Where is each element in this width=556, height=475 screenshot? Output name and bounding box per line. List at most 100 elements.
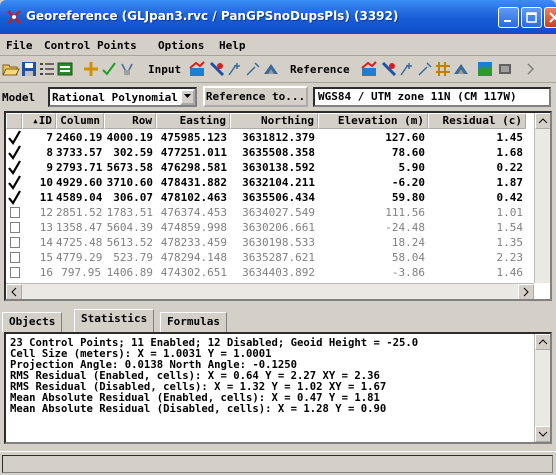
input-add-icon[interactable]	[226, 60, 244, 78]
cell-column: 3733.57	[56, 146, 103, 159]
cell-easting: 474859.998	[160, 221, 227, 234]
header-column[interactable]: Column	[56, 113, 104, 129]
input-elevation-icon[interactable]	[188, 60, 206, 78]
header-checkbox	[6, 113, 22, 129]
cell-id: 15	[39, 251, 53, 264]
collapse-icon[interactable]	[524, 60, 542, 78]
input-locate-icon[interactable]	[208, 60, 226, 78]
map-icon[interactable]	[476, 60, 494, 78]
cell-residual: 1.35	[496, 236, 524, 249]
checkmark-icon[interactable]	[8, 190, 21, 205]
row-checkbox[interactable]	[10, 237, 20, 248]
cell-row: 3710.60	[106, 176, 153, 189]
tab-formulas[interactable]: Formulas	[160, 312, 227, 332]
open-icon[interactable]	[2, 60, 20, 78]
cell-residual: 2.23	[496, 251, 524, 264]
cell-column: 797.95	[61, 266, 101, 279]
row-checkbox[interactable]	[10, 207, 20, 218]
table-row[interactable]: 9 2793.71 5673.58 476298.581 3630138.592 5.90…	[6, 160, 538, 175]
table-row[interactable]: 16 797.95 1406.89 474302.651 3634403.892 -3.8…	[6, 265, 538, 280]
reference-add-icon[interactable]	[398, 60, 416, 78]
reference-view-icon[interactable]	[452, 60, 470, 78]
reference-locate-icon[interactable]	[380, 60, 398, 78]
table-vertical-scrollbar[interactable]	[534, 113, 550, 283]
header-row[interactable]: Row	[104, 113, 156, 129]
checkmark-icon[interactable]	[8, 175, 21, 190]
cell-id: 13	[39, 221, 53, 234]
tab-objects[interactable]: Objects	[2, 312, 63, 332]
menu-file[interactable]: File	[6, 39, 33, 52]
save-icon[interactable]	[20, 60, 38, 78]
scroll-right-button[interactable]	[518, 284, 534, 299]
list-view-icon[interactable]	[38, 60, 56, 78]
statistics-scrollbar[interactable]	[534, 334, 550, 442]
cell-column: 4779.29	[56, 251, 103, 264]
cell-easting: 474302.651	[160, 266, 227, 279]
checkmark-icon[interactable]	[8, 130, 21, 145]
checkmark-icon[interactable]	[8, 160, 21, 175]
cell-row: 1406.89	[106, 266, 153, 279]
cell-northing: 3632104.211	[242, 176, 315, 189]
menu-bar: File Control Points Options Help	[0, 34, 556, 56]
cell-row: 4000.19	[106, 131, 153, 144]
header-id[interactable]: ▴ID	[22, 113, 56, 129]
cell-id: 16	[39, 266, 53, 279]
menu-control-points[interactable]: Control Points	[44, 39, 137, 52]
reference-elevation-icon[interactable]	[360, 60, 378, 78]
checkmark-icon[interactable]	[8, 145, 21, 160]
model-bar: Model Rational Polynomial Reference to..…	[0, 84, 556, 110]
cell-id: 14	[39, 236, 53, 249]
chevron-down-icon[interactable]	[180, 89, 195, 105]
checkmark-icon[interactable]	[100, 60, 118, 78]
input-edit-icon[interactable]	[244, 60, 262, 78]
table-row[interactable]: 14 4725.48 5613.52 478233.459 3630198.533 18.…	[6, 235, 538, 250]
scroll-left-button[interactable]	[6, 284, 22, 299]
title-bar[interactable]: Georeference (GLJpan3.rvc / PanGPSnoDups…	[0, 0, 556, 34]
overlay-icon[interactable]	[496, 60, 514, 78]
header-elevation[interactable]: Elevation (m)	[318, 113, 428, 129]
input-label: Input	[148, 63, 182, 76]
table-horizontal-scrollbar[interactable]	[6, 283, 534, 299]
delete-point-icon[interactable]	[118, 60, 136, 78]
model-label: Model	[2, 91, 36, 104]
stats-line-mean-disabled: Mean Absolute Residual (Disabled, cells)…	[10, 403, 387, 415]
stats-scroll-up-button[interactable]	[535, 334, 550, 350]
table-row[interactable]: 13 1358.47 5604.39 474859.998 3630206.661 -24…	[6, 220, 538, 235]
header-northing[interactable]: Northing	[230, 113, 318, 129]
georeference-window: Georeference (GLJpan3.rvc / PanGPSnoDups…	[0, 0, 556, 475]
tab-statistics[interactable]: Statistics	[74, 309, 155, 332]
cell-row: 5604.39	[106, 221, 153, 234]
cell-easting: 478431.882	[160, 176, 227, 189]
table-view-icon[interactable]	[56, 60, 74, 78]
menu-help[interactable]: Help	[219, 39, 246, 52]
scroll-left-icon	[11, 287, 17, 297]
cell-elevation: -6.20	[391, 176, 425, 189]
row-checkbox[interactable]	[10, 252, 20, 263]
reference-to-button[interactable]: Reference to...	[203, 86, 308, 107]
maximize-button[interactable]	[521, 7, 542, 28]
table-row[interactable]: 8 3733.57 302.59 477251.011 3635508.358 78.60…	[6, 145, 538, 160]
row-checkbox[interactable]	[10, 222, 20, 233]
add-point-icon[interactable]	[82, 60, 100, 78]
minimize-button[interactable]	[498, 7, 519, 28]
row-checkbox[interactable]	[10, 267, 20, 278]
table-row[interactable]: 10 4929.60 3710.60 478431.882 3632104.211 -6.…	[6, 175, 538, 190]
grid-icon[interactable]	[434, 60, 452, 78]
stats-scroll-down-button[interactable]	[535, 426, 550, 442]
reference-system-field[interactable]: WGS84 / UTM zone 11N (CM 117W)	[313, 87, 551, 107]
menu-options[interactable]: Options	[158, 39, 204, 52]
model-select[interactable]: Rational Polynomial	[48, 87, 197, 107]
table-row[interactable]: 15 4779.29 523.79 478294.148 3635287.621 58.0…	[6, 250, 538, 265]
table-row[interactable]: 7 2460.19 4000.19 475985.123 3631812.379 127.…	[6, 130, 538, 145]
input-view-icon[interactable]	[262, 60, 280, 78]
cell-elevation: 111.56	[385, 206, 425, 219]
header-residual[interactable]: Residual (c)	[428, 113, 526, 129]
close-button[interactable]	[544, 7, 556, 28]
cell-easting: 476374.453	[160, 206, 227, 219]
header-easting[interactable]: Easting	[156, 113, 230, 129]
reference-edit-icon[interactable]	[416, 60, 434, 78]
scroll-up-button[interactable]	[535, 113, 550, 129]
table-row[interactable]: 11 4589.04 306.07 478102.463 3635506.434 59.8…	[6, 190, 538, 205]
cell-id: 9	[46, 161, 53, 174]
table-row[interactable]: 12 2851.52 1783.51 476374.453 3634027.549 111…	[6, 205, 538, 220]
